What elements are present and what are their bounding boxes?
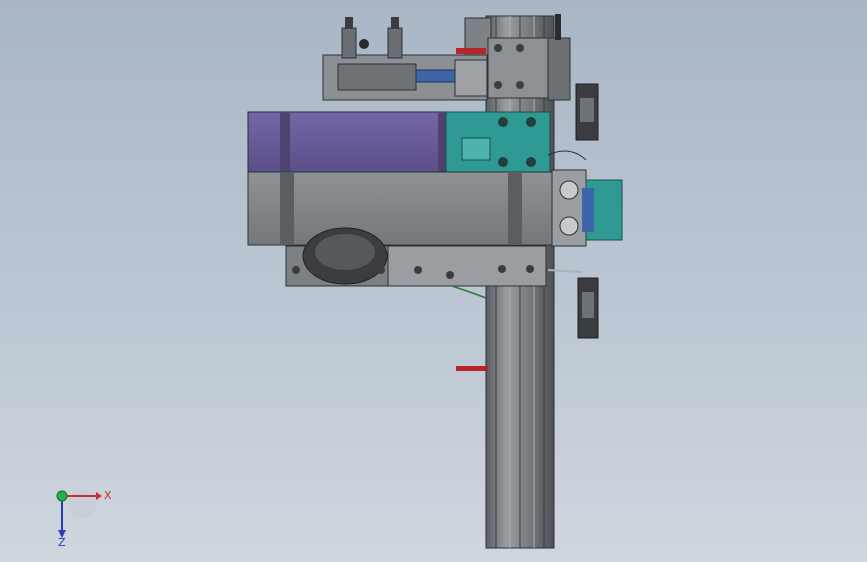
z-axis-label: Z — [58, 536, 66, 549]
teal-block[interactable] — [445, 111, 551, 175]
gripper-cylinder[interactable] — [247, 111, 449, 173]
cad-viewport[interactable]: X Z — [0, 0, 867, 562]
side-module[interactable] — [547, 83, 623, 339]
rail-sensor[interactable] — [456, 366, 488, 371]
coordinate-triad-icon: X Z — [56, 489, 112, 549]
assembly-model[interactable] — [0, 0, 867, 562]
top-cylinder[interactable] — [322, 17, 488, 101]
x-axis-label: X — [104, 489, 112, 502]
main-carriage[interactable] — [247, 171, 555, 246]
